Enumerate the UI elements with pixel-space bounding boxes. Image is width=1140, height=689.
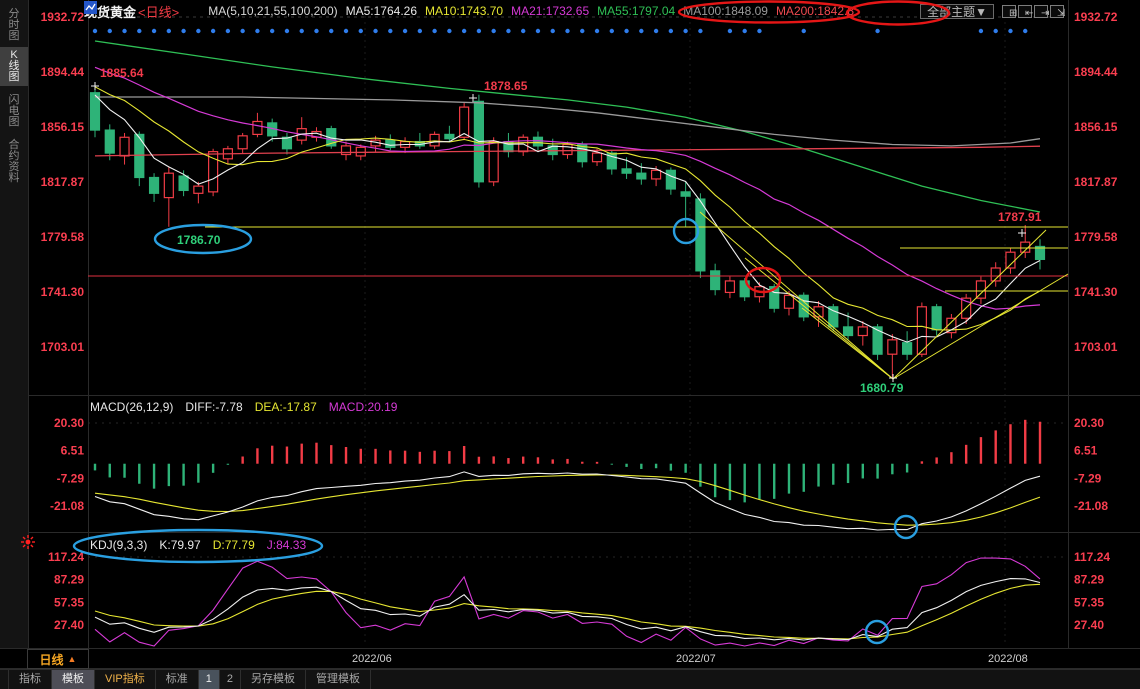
svg-text:-21.08: -21.08 (50, 499, 84, 513)
svg-text:1932.72: 1932.72 (41, 10, 85, 24)
svg-text:6.51: 6.51 (61, 444, 85, 458)
toolbar-tab[interactable]: 指标 (9, 670, 52, 689)
sidebar-tab-kline-active[interactable]: K 线 图 (0, 47, 28, 86)
sidebar-tab-item[interactable]: 合 约 资 料 (0, 137, 28, 187)
toolbar-tab[interactable]: 2 (220, 670, 241, 689)
detach-pane-icon[interactable]: ⇲ (1050, 5, 1064, 18)
template-toolbar: 指标模板VIP指标标准12另存模板管理模板 (0, 669, 1140, 689)
toolbar-tab[interactable]: 1 (199, 670, 220, 689)
sidebar-tab-item[interactable]: 分 时 图 (0, 6, 28, 45)
ma-value-label: MA200:1842.8 (776, 4, 854, 18)
svg-text:1787.91: 1787.91 (998, 210, 1042, 224)
svg-text:-7.29: -7.29 (57, 471, 85, 485)
toolbar-tab[interactable]: 管理模板 (306, 670, 371, 689)
ma-value-label: MA5:1764.26 (346, 4, 417, 18)
macd-header: MACD(26,12,9) DIFF:-7.78 DEA:-17.87 MACD… (90, 400, 397, 414)
svg-text:-21.08: -21.08 (1074, 499, 1108, 513)
svg-text:1779.58: 1779.58 (1074, 230, 1118, 244)
svg-text:20.30: 20.30 (54, 416, 84, 430)
ma-value-label: MA55:1797.04 (597, 4, 675, 18)
chart-header: 现货黄金 <日线> MA(5,10,21,55,100,200) MA5:176… (84, 1, 1136, 21)
toolbar-tab[interactable]: 另存模板 (241, 670, 306, 689)
svg-text:1856.15: 1856.15 (41, 120, 85, 134)
ma-value-label: MA21:1732.65 (511, 4, 589, 18)
svg-text:87.29: 87.29 (1074, 573, 1104, 587)
svg-text:20.30: 20.30 (1074, 416, 1104, 430)
ma-settings-label: MA(5,10,21,55,100,200) (208, 4, 337, 18)
toolbar-tab[interactable]: 标准 (156, 670, 199, 689)
svg-text:1894.44: 1894.44 (41, 65, 85, 79)
kdj-d-value: D:77.79 (213, 538, 255, 552)
period-tag: <日线> (138, 2, 179, 21)
svg-text:117.24: 117.24 (48, 550, 84, 564)
svg-text:1878.65: 1878.65 (484, 79, 528, 93)
svg-text:27.40: 27.40 (54, 618, 84, 632)
toolbar-tab[interactable]: VIP指标 (95, 670, 156, 689)
macd-macd-value: MACD:20.19 (329, 400, 398, 414)
svg-text:2022/08: 2022/08 (988, 653, 1028, 665)
period-label: 日线 (40, 651, 64, 668)
scale-right-icon[interactable]: ⇥ (1034, 5, 1048, 18)
macd-diff-value: DIFF:-7.78 (185, 400, 242, 414)
pane-grid-icon[interactable]: ⊞ (1002, 5, 1016, 18)
sidebar-tab-item[interactable]: 闪 电 图 (0, 92, 28, 131)
left-sidebar: 分 时 图K 线 图闪 电 图合 约 资 料 (0, 0, 29, 648)
svg-text:1703.01: 1703.01 (41, 340, 85, 354)
svg-text:-7.29: -7.29 (1074, 471, 1102, 485)
kline-chart-icon (187, 5, 200, 18)
svg-text:1786.70: 1786.70 (177, 233, 221, 247)
svg-text:1680.79: 1680.79 (860, 381, 904, 395)
ma-values: MA5:1764.26 MA10:1743.70 MA21:1732.65 MA55:… (346, 4, 854, 18)
svg-text:27.40: 27.40 (1074, 618, 1104, 632)
trading-terminal-window: 1932.721932.721894.441894.441856.151856.… (0, 0, 1140, 688)
kdj-header: KDJ(9,3,3) K:79.97 D:77.79 J:84.33 (90, 538, 306, 552)
svg-text:1885.64: 1885.64 (100, 66, 144, 80)
kdj-k-value: K:79.97 (159, 538, 200, 552)
svg-text:1817.87: 1817.87 (41, 175, 85, 189)
macd-title: MACD(26,12,9) (90, 400, 173, 414)
toolbar-tab[interactable]: 模板 (52, 670, 95, 689)
period-arrow-icon: ▲ (68, 654, 77, 664)
scale-left-icon[interactable]: ⇤ (1018, 5, 1032, 18)
svg-text:2022/06: 2022/06 (352, 653, 392, 665)
period-selector-tab[interactable]: 日线 ▲ (27, 649, 89, 669)
svg-text:1817.87: 1817.87 (1074, 175, 1118, 189)
svg-text:1779.58: 1779.58 (41, 230, 85, 244)
svg-text:1856.15: 1856.15 (1074, 120, 1118, 134)
svg-text:6.51: 6.51 (1074, 444, 1098, 458)
main-chart[interactable]: 1932.721932.721894.441894.441856.151856.… (0, 0, 1140, 688)
svg-text:1703.01: 1703.01 (1074, 340, 1118, 354)
ma-value-label: MA100:1848.09 (683, 4, 768, 18)
toolbar-spacer (0, 670, 9, 689)
kdj-title: KDJ(9,3,3) (90, 538, 147, 552)
svg-text:1741.30: 1741.30 (1074, 285, 1118, 299)
svg-text:57.35: 57.35 (54, 595, 84, 609)
ma-value-label: MA10:1743.70 (425, 4, 503, 18)
svg-text:2022/07: 2022/07 (676, 653, 716, 665)
svg-text:1894.44: 1894.44 (1074, 65, 1118, 79)
macd-dea-value: DEA:-17.87 (255, 400, 317, 414)
kdj-j-value: J:84.33 (267, 538, 306, 552)
svg-text:87.29: 87.29 (54, 573, 84, 587)
theme-dropdown-button[interactable]: 全部主题▼ (920, 4, 994, 19)
svg-text:1741.30: 1741.30 (41, 285, 85, 299)
window-controls: ⊞⇤⇥⇲ (1002, 5, 1064, 18)
svg-text:117.24: 117.24 (1074, 550, 1110, 564)
svg-text:57.35: 57.35 (1074, 595, 1104, 609)
